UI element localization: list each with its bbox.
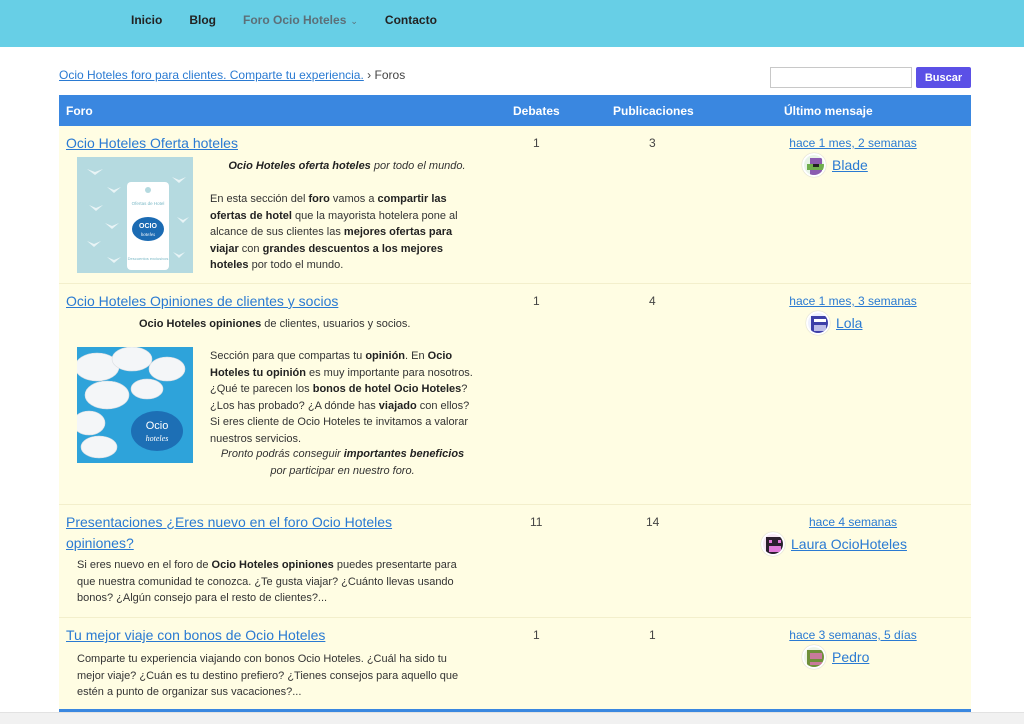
opiniones-image: Ocio hoteles <box>77 347 193 463</box>
tagline-rest: por todo el mundo. <box>370 160 466 172</box>
avatar-blade <box>802 153 826 177</box>
top-navigation: Inicio Blog Foro Ocio Hoteles ⌄ Contacto <box>0 0 1024 47</box>
forum-description: Comparte tu experiencia viajando con bon… <box>77 653 459 698</box>
image-logo-sub: hoteles <box>146 434 169 443</box>
last-post-time-link[interactable]: hace 1 mes, 3 semanas <box>735 294 971 308</box>
oferta-hoteles-image: Ofertas de Hotel OCIO hoteles Descuentos… <box>77 157 193 273</box>
forum-title-link[interactable]: Ocio Hoteles Opiniones de clientes y soc… <box>66 291 338 312</box>
forum-title-link[interactable]: Ocio Hoteles Oferta hoteles <box>66 133 238 154</box>
forum-table: Foro Debates Publicaciones Último mensaj… <box>59 95 971 709</box>
header-ultimo-mensaje: Último mensaje <box>784 104 873 118</box>
image-logo-sub: hoteles <box>141 233 155 238</box>
author-name[interactable]: Blade <box>832 157 868 173</box>
forum-description: En esta sección del foro vamos a compart… <box>210 193 458 271</box>
last-post-author[interactable]: Pedro <box>802 645 869 669</box>
forum-title-link[interactable]: Tu mejor viaje con bonos de Ocio Hoteles <box>66 625 325 646</box>
table-header: Foro Debates Publicaciones Último mensaj… <box>59 95 971 126</box>
header-debates: Debates <box>513 104 560 118</box>
publicaciones-count: 14 <box>646 515 660 529</box>
publicaciones-count: 1 <box>649 628 656 642</box>
author-name[interactable]: Lola <box>836 315 862 331</box>
nav-foro-label: Foro Ocio Hoteles <box>243 13 347 27</box>
nav-blog[interactable]: Blog <box>189 13 216 27</box>
intro-bold: Ocio Hoteles opiniones <box>139 318 262 330</box>
forum-tagline: Ocio Hoteles oferta hoteles por todo el … <box>222 158 472 175</box>
promo-bold: importantes beneficios <box>343 448 465 460</box>
search-form: Buscar <box>770 67 971 88</box>
debates-count: 1 <box>533 136 540 150</box>
forum-title-link[interactable]: Presentaciones ¿Eres nuevo en el foro Oc… <box>66 512 426 554</box>
promo-text-1: Pronto podrás conseguir <box>220 448 344 460</box>
table-row: Ocio Hoteles Opiniones de clientes y soc… <box>59 284 971 505</box>
forum-intro: Ocio Hoteles opiniones de clientes, usua… <box>139 316 439 333</box>
forum-promo: Pronto podrás conseguir importantes bene… <box>210 446 475 479</box>
publicaciones-count: 3 <box>649 136 656 150</box>
nav-contacto[interactable]: Contacto <box>385 13 437 27</box>
main-menu: Inicio Blog Foro Ocio Hoteles ⌄ Contacto <box>131 13 464 27</box>
image-label-bottom: Descuentos exclusivos <box>128 256 169 261</box>
intro-rest: de clientes, usuarios y socios. <box>261 318 411 330</box>
publicaciones-count: 4 <box>649 294 656 308</box>
table-row: Ocio Hoteles Oferta hoteles 1 3 hace 1 m… <box>59 126 971 284</box>
last-post-author[interactable]: Blade <box>802 153 868 177</box>
last-post-time-link[interactable]: hace 1 mes, 2 semanas <box>735 136 971 150</box>
search-button[interactable]: Buscar <box>916 67 971 88</box>
last-post-time-link[interactable]: hace 3 semanas, 5 días <box>735 628 971 642</box>
tagline-bold: Ocio Hoteles oferta hoteles <box>228 160 371 172</box>
breadcrumb-separator: › <box>367 68 372 82</box>
chevron-down-icon: ⌄ <box>350 16 358 26</box>
header-publicaciones: Publicaciones <box>613 104 694 118</box>
search-input[interactable] <box>770 67 912 88</box>
page-footer-strip <box>0 712 1024 724</box>
breadcrumb-home-link[interactable]: Ocio Hoteles foro para clientes. Compart… <box>59 68 364 82</box>
forum-description: Si eres nuevo en el foro de Ocio Hoteles… <box>77 559 457 604</box>
debates-count: 11 <box>530 515 543 529</box>
last-post-author[interactable]: Laura OcioHoteles <box>761 532 907 556</box>
author-name[interactable]: Laura OcioHoteles <box>791 536 907 552</box>
header-foro: Foro <box>66 104 93 118</box>
promo-text-2: por participar en nuestro foro. <box>270 464 415 477</box>
table-row: Presentaciones ¿Eres nuevo en el foro Oc… <box>59 505 971 618</box>
avatar-pedro <box>802 645 826 669</box>
avatar-lola <box>806 311 830 335</box>
image-label-top: Ofertas de Hotel <box>132 201 165 206</box>
image-logo-text: Ocio <box>146 420 169 432</box>
table-row: Tu mejor viaje con bonos de Ocio Hoteles… <box>59 618 971 709</box>
nav-foro[interactable]: Foro Ocio Hoteles ⌄ <box>243 13 358 27</box>
image-logo-text: OCIO <box>139 223 157 230</box>
nav-inicio[interactable]: Inicio <box>131 13 162 27</box>
author-name[interactable]: Pedro <box>832 649 869 665</box>
debates-count: 1 <box>533 294 540 308</box>
last-post-author[interactable]: Lola <box>806 311 862 335</box>
forum-description: Sección para que compartas tu opinión. E… <box>210 350 473 445</box>
breadcrumb-current: Foros <box>374 68 406 82</box>
debates-count: 1 <box>533 628 540 642</box>
avatar-laura <box>761 532 785 556</box>
breadcrumb: Ocio Hoteles foro para clientes. Compart… <box>59 68 405 82</box>
last-post-time-link[interactable]: hace 4 semanas <box>735 515 971 529</box>
